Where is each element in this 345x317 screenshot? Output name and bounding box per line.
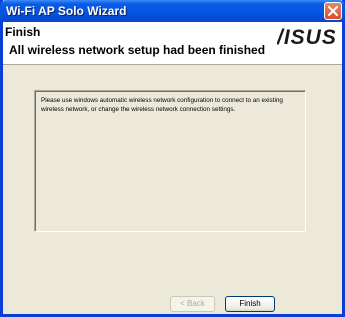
page-title: Finish xyxy=(5,25,41,39)
window-title: Wi-Fi AP Solo Wizard xyxy=(6,4,127,18)
back-button[interactable]: < Back xyxy=(170,296,215,312)
asus-logo: /ISUS xyxy=(277,27,335,47)
logo-text: /ISUS xyxy=(277,27,335,47)
info-panel: Please use windows automatic wireless ne… xyxy=(34,90,306,232)
finish-button[interactable]: Finish xyxy=(225,296,275,312)
close-button[interactable] xyxy=(324,2,342,20)
wizard-window: Wi-Fi AP Solo Wizard Finish All wireless… xyxy=(0,0,345,317)
wizard-header: Finish All wireless network setup had be… xyxy=(3,22,342,65)
page-subtitle: All wireless network setup had been fini… xyxy=(9,43,266,57)
info-message: Please use windows automatic wireless ne… xyxy=(41,97,283,113)
close-icon xyxy=(328,6,338,16)
title-bar[interactable]: Wi-Fi AP Solo Wizard xyxy=(0,0,345,22)
